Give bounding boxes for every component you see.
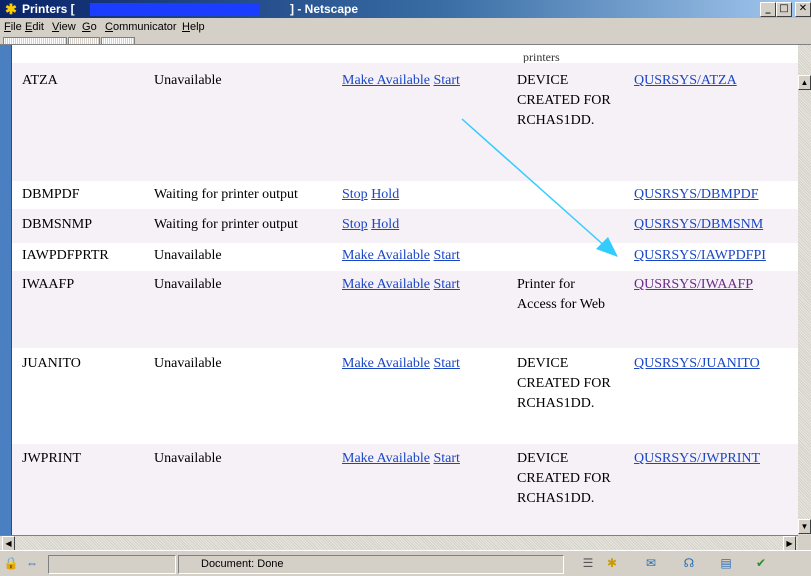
start-link[interactable]: Start	[434, 356, 460, 371]
status-text: Document: Done	[201, 558, 284, 570]
table-row: JWPRINT Unavailable Make Available Start…	[12, 444, 798, 535]
printer-status: Unavailable	[154, 248, 222, 263]
hold-link[interactable]: Hold	[371, 217, 399, 232]
status-bar: 🔒 ⇔ Document: Done ☰ ✱ ✉ ☊ ▤ ✔	[0, 550, 811, 576]
menu-go[interactable]: Go	[82, 21, 97, 33]
menu-bar: File Edit View Go Communicator Help	[0, 18, 811, 36]
scroll-right-button[interactable]: ▶	[783, 536, 796, 551]
status-text-field: Document: Done	[178, 555, 564, 574]
stop-link[interactable]: Stop	[342, 217, 368, 232]
scroll-down-button[interactable]: ▼	[798, 519, 811, 534]
printer-name: DBMPDF	[22, 187, 80, 202]
checkmark-icon[interactable]: ✔	[752, 556, 770, 571]
printer-status: Waiting for printer output	[154, 187, 298, 202]
start-link[interactable]: Start	[434, 73, 460, 88]
navigator-icon[interactable]: ✱	[603, 556, 621, 571]
security-lock-icon[interactable]: 🔒	[3, 556, 19, 571]
table-row: IAWPDFPRTR Unavailable Make Available St…	[12, 244, 798, 270]
start-link[interactable]: Start	[434, 451, 460, 466]
output-queue-link[interactable]: QUSRSYS/ATZA	[634, 73, 737, 88]
scroll-up-button[interactable]: ▲	[798, 75, 811, 90]
printer-name: JUANITO	[22, 356, 81, 371]
close-button[interactable]: ✕	[795, 2, 811, 17]
output-queue-link[interactable]: QUSRSYS/DBMPDF	[634, 187, 759, 202]
printer-status: Unavailable	[154, 356, 222, 371]
scroll-left-button[interactable]: ◀	[2, 536, 15, 551]
stop-link[interactable]: Stop	[342, 187, 368, 202]
make-available-link[interactable]: Make Available	[342, 356, 430, 371]
menu-view[interactable]: View	[52, 21, 76, 33]
make-available-link[interactable]: Make Available	[342, 73, 430, 88]
window-title: Printers [	[22, 2, 75, 16]
discussion-icon[interactable]: ☊	[680, 556, 698, 571]
printer-description: DEVICE CREATED FOR RCHAS1DD.	[517, 356, 611, 411]
menu-help[interactable]: Help	[182, 21, 205, 33]
connection-plug-icon: ⇔	[26, 556, 38, 570]
toolbar-tab-location[interactable]	[68, 37, 100, 44]
make-available-link[interactable]: Make Available	[342, 451, 430, 466]
maximize-button[interactable]: □	[776, 2, 792, 17]
printer-status: Unavailable	[154, 277, 222, 292]
page-content: printers ATZA Unavailable Make Available…	[12, 45, 798, 535]
clipped-text: printers	[523, 50, 560, 64]
printer-description: DEVICE CREATED FOR RCHAS1DD.	[517, 73, 611, 128]
progress-field	[48, 555, 176, 574]
horizontal-scrollbar[interactable]: ◀ ▶	[0, 535, 798, 551]
title-bar: ✱ Printers [ ] - Netscape _ □ ✕	[0, 0, 811, 18]
printer-name: JWPRINT	[22, 451, 82, 466]
toolbar-tabs	[0, 36, 811, 45]
table-row: ATZA Unavailable Make Available Start DE…	[12, 63, 798, 181]
toolbar-tab-personal[interactable]	[101, 37, 135, 44]
printer-name: ATZA	[22, 73, 58, 88]
hold-link[interactable]: Hold	[371, 187, 399, 202]
printer-description: DEVICE CREATED FOR RCHAS1DD.	[517, 451, 611, 506]
output-queue-link[interactable]: QUSRSYS/IAWPDFPI	[634, 248, 766, 263]
scroll-corner	[798, 535, 811, 550]
sidebar-tab[interactable]	[0, 45, 12, 535]
printer-name: DBMSNMP	[22, 217, 93, 232]
output-queue-link[interactable]: QUSRSYS/JWPRINT	[634, 451, 760, 466]
printer-name: IWAAFP	[22, 277, 75, 292]
printer-status: Unavailable	[154, 451, 222, 466]
printer-status: Unavailable	[154, 73, 222, 88]
minimize-button[interactable]: _	[760, 2, 776, 17]
printer-status: Waiting for printer output	[154, 217, 298, 232]
printer-description: Printer for Access for Web	[517, 277, 606, 312]
mail-icon[interactable]: ✉	[642, 556, 660, 571]
vertical-scrollbar[interactable]: ▲ ▼	[798, 45, 811, 535]
output-queue-link[interactable]: QUSRSYS/IWAAFP	[634, 277, 753, 292]
composer-icon[interactable]: ▤	[717, 556, 735, 571]
make-available-link[interactable]: Make Available	[342, 277, 430, 292]
menu-edit[interactable]: Edit	[25, 21, 44, 33]
output-queue-link[interactable]: QUSRSYS/JUANITO	[634, 356, 760, 371]
menu-communicator[interactable]: Communicator	[105, 21, 177, 33]
output-queue-link[interactable]: QUSRSYS/DBMSNM	[634, 217, 763, 232]
toolbar-tab-navigation[interactable]	[3, 37, 67, 44]
table-row: DBMPDF Waiting for printer output Stop H…	[12, 182, 798, 208]
start-link[interactable]: Start	[434, 277, 460, 292]
window-title-suffix: ] - Netscape	[290, 2, 359, 16]
make-available-link[interactable]: Make Available	[342, 248, 430, 263]
netscape-icon: ✱	[5, 1, 17, 17]
start-link[interactable]: Start	[434, 248, 460, 263]
redacted-region	[90, 3, 260, 16]
table-row: IWAAFP Unavailable Make Available Start …	[12, 271, 798, 348]
list-icon[interactable]: ☰	[581, 556, 595, 571]
table-row: JUANITO Unavailable Make Available Start…	[12, 349, 798, 443]
table-row: DBMSNMP Waiting for printer output Stop …	[12, 209, 798, 243]
clipped-row: printers	[12, 45, 798, 64]
printer-name: IAWPDFPRTR	[22, 248, 109, 263]
menu-file[interactable]: File	[4, 21, 22, 33]
